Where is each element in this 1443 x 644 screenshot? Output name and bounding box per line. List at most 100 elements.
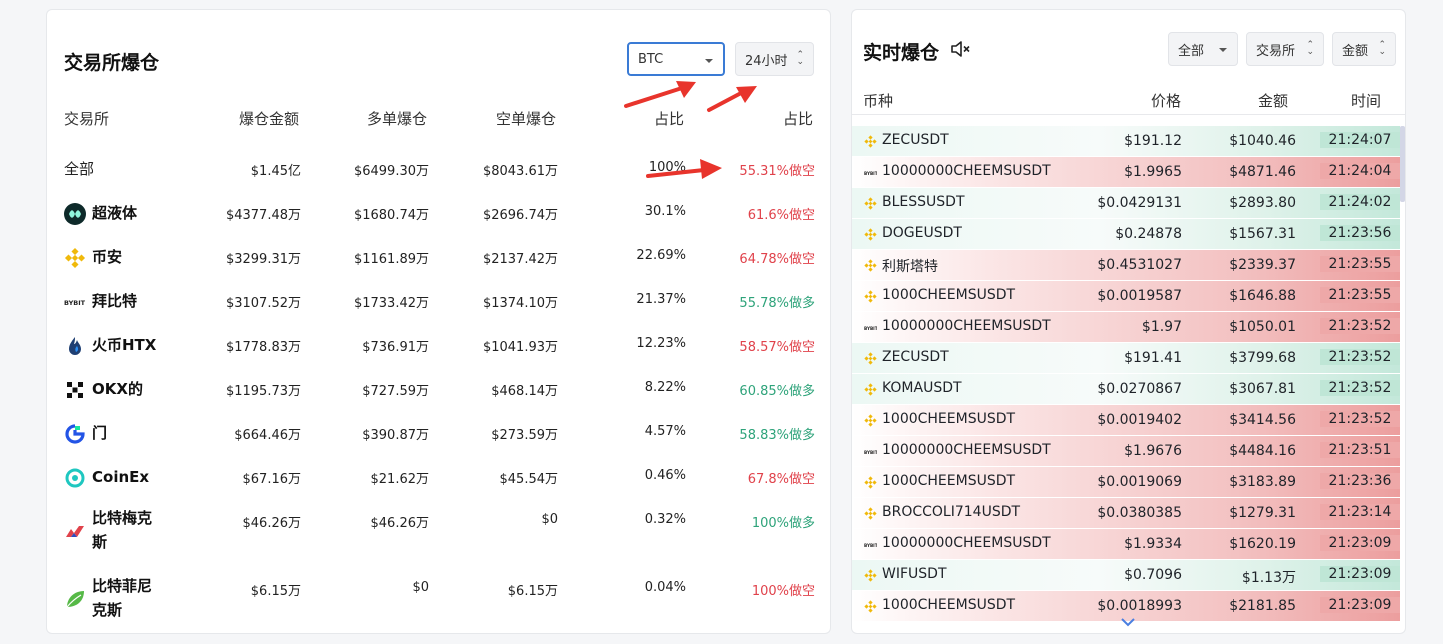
cell-short: $273.59万 [491,428,558,443]
table-row[interactable]: 比特梅克斯 $46.26万 $46.26万 $0 0.32% 100%做多 [47,509,832,552]
cell-long: $727.59万 [362,384,429,399]
binance-logo-icon [864,197,877,210]
amount: $1567.31 [1229,226,1296,242]
svg-text:BYBIT: BYBIT [864,450,877,455]
cell-ratio: 64.78%做空 [739,252,815,267]
svg-text:BYBIT: BYBIT [64,299,86,307]
bybit-logo-icon: BYBIT [864,543,877,548]
coin-select[interactable]: BTC [627,42,725,76]
amount: $3414.56 [1229,412,1296,428]
price: $191.41 [1124,350,1182,366]
cell-ratio: 55.31%做空 [739,164,815,179]
cell-ratio: 100%做多 [751,516,815,531]
period-select[interactable]: 24小时 ⌃ ⌄ [735,42,814,76]
binance-logo-icon [864,569,877,582]
time: 21:23:55 [1320,287,1400,303]
chevron-down-icon [705,59,713,63]
list-item[interactable]: 1000CHEEMSUSDT $0.0019069 $3183.89 21:23:36 [852,467,1400,497]
chevron-down-icon [1219,48,1227,52]
table-row[interactable]: 比特菲尼 克斯 $6.15万 $0 $6.15万 0.04% 100%做空 [47,577,832,620]
table-row[interactable]: CoinEx $67.16万 $21.62万 $45.54万 0.46% 67.8%做空 [47,468,832,508]
cell-short: $6.15万 [507,584,558,599]
cell-share: 12.23% [636,336,686,351]
time: 21:23:55 [1320,256,1400,272]
price: $0.0380385 [1097,505,1182,521]
list-item[interactable]: KOMAUSDT $0.0270867 $3067.81 21:23:52 [852,374,1400,404]
cell-ratio: 58.57%做空 [739,340,815,355]
symbol: 10000000CHEEMSUSDT [882,535,1051,551]
list-item[interactable]: ZECUSDT $191.12 $1040.46 21:24:07 [852,126,1400,156]
exchange-name: CoinEx [92,468,150,486]
cell-ratio: 67.8%做空 [747,472,815,487]
time: 21:24:04 [1320,163,1400,179]
amount: $1279.31 [1229,505,1296,521]
scroll-down-chevron-icon[interactable] [1120,616,1136,628]
table-row[interactable]: 火币HTX $1778.83万 $736.91万 $1041.93万 12.23% 58.… [47,336,832,376]
list-item[interactable]: BYBIT 10000000CHEEMSUSDT $1.9334 $1620.19 21… [852,529,1400,559]
exchange-name: 比特菲尼 克斯 [92,577,153,619]
symbol: BROCCOLI714USDT [882,504,1021,520]
binance-logo-icon [864,135,877,148]
filter-all-select[interactable]: 全部 [1168,32,1238,66]
filter-amount-select[interactable]: 金额 ⌃ ⌄ [1332,32,1396,66]
coin-select-value: BTC [638,51,664,67]
binance-logo-icon [864,228,877,241]
price: $191.12 [1124,133,1182,149]
table-row[interactable]: 门 $664.46万 $390.87万 $273.59万 4.57% 58.83%做多 [47,424,832,464]
list-item[interactable]: 1000CHEEMSUSDT $0.0019587 $1646.88 21:23:55 [852,281,1400,311]
price: $0.0270867 [1097,381,1182,397]
list-item[interactable]: WIFUSDT $0.7096 $1.13万 21:23:09 [852,560,1400,590]
list-item[interactable]: BYBIT 10000000CHEEMSUSDT $1.97 $1050.01 21:2… [852,312,1400,342]
cell-short: $45.54万 [499,472,559,487]
list-item[interactable]: BROCCOLI714USDT $0.0380385 $1279.31 21:23:1… [852,498,1400,528]
svg-text:BYBIT: BYBIT [864,171,877,176]
cell-share: 30.1% [644,204,686,219]
cell-total: $1.45亿 [250,164,301,179]
binance-logo-icon [864,476,877,489]
cell-total: $6.15万 [250,584,301,599]
binance-logo-icon [864,383,877,396]
binance-logo-icon [864,507,877,520]
sort-updown-icon: ⌃ ⌄ [1378,40,1386,57]
filter-exchange-select[interactable]: 交易所 ⌃ ⌄ [1246,32,1324,66]
price: $1.9965 [1124,164,1182,180]
table-row[interactable]: OKX的 $1195.73万 $727.59万 $468.14万 8.22% 60.85%… [47,380,832,420]
time: 21:23:14 [1320,504,1400,520]
svg-text:BYBIT: BYBIT [864,326,877,331]
table-row[interactable]: 币安 $3299.31万 $1161.89万 $2137.42万 22.69% 64.78… [47,247,832,288]
list-item[interactable]: 利斯塔特 $0.4531027 $2339.37 21:23:55 [852,250,1400,280]
list-item[interactable]: BLESSUSDT $0.0429131 $2893.80 21:24:02 [852,188,1400,218]
list-item[interactable]: ZECUSDT $191.41 $3799.68 21:23:52 [852,343,1400,373]
symbol: 1000CHEEMSUSDT [882,597,1016,613]
list-item[interactable]: BYBIT 10000000CHEEMSUSDT $1.9676 $4484.16 21… [852,436,1400,466]
list-item[interactable]: 1000CHEEMSUSDT $0.0019402 $3414.56 21:23:52 [852,405,1400,435]
cell-total: $46.26万 [242,516,302,531]
header-total: 爆仓金额 [238,110,299,128]
cell-short: $8043.61万 [482,164,558,179]
cell-total: $664.46万 [234,428,301,443]
symbol: 利斯塔特 [882,259,938,275]
symbol: 10000000CHEEMSUSDT [882,318,1051,334]
cell-total: $3107.52万 [225,296,301,311]
symbol: KOMAUSDT [882,380,962,396]
list-item[interactable]: DOGEUSDT $0.24878 $1567.31 21:23:56 [852,219,1400,249]
symbol: 1000CHEEMSUSDT [882,287,1016,303]
amount: $2339.37 [1229,257,1296,273]
header-time: 时间 [1350,92,1381,110]
speaker-muted-icon[interactable] [950,40,972,58]
cell-long: $736.91万 [362,340,429,355]
table-row[interactable]: BYBIT 拜比特 $3107.52万 $1733.42万 $1374.10万 21.37… [47,292,832,332]
gate-logo-icon [65,424,85,444]
cell-short: $468.14万 [491,384,558,399]
symbol: BLESSUSDT [882,194,965,210]
time: 21:23:52 [1320,318,1400,334]
realtime-liquidation-panel: 实时爆仓 全部 交易所 ⌃ ⌄ 金额 ⌃ ⌄ 币种 价格 金额 时间 ZECUSDT… [851,9,1406,634]
cell-long: $21.62万 [370,472,430,487]
cell-ratio: 58.83%做多 [739,428,815,443]
table-row[interactable]: 超液体 $4377.48万 $1680.74万 $2696.74万 30.1% 61.6%… [47,203,832,244]
amount: $2893.80 [1229,195,1296,211]
list-item[interactable]: BYBIT 10000000CHEEMSUSDT $1.9965 $4871.46 21… [852,157,1400,187]
amount: $1646.88 [1229,288,1296,304]
scrollbar[interactable] [1400,126,1405,202]
annotation-arrow [624,81,696,108]
